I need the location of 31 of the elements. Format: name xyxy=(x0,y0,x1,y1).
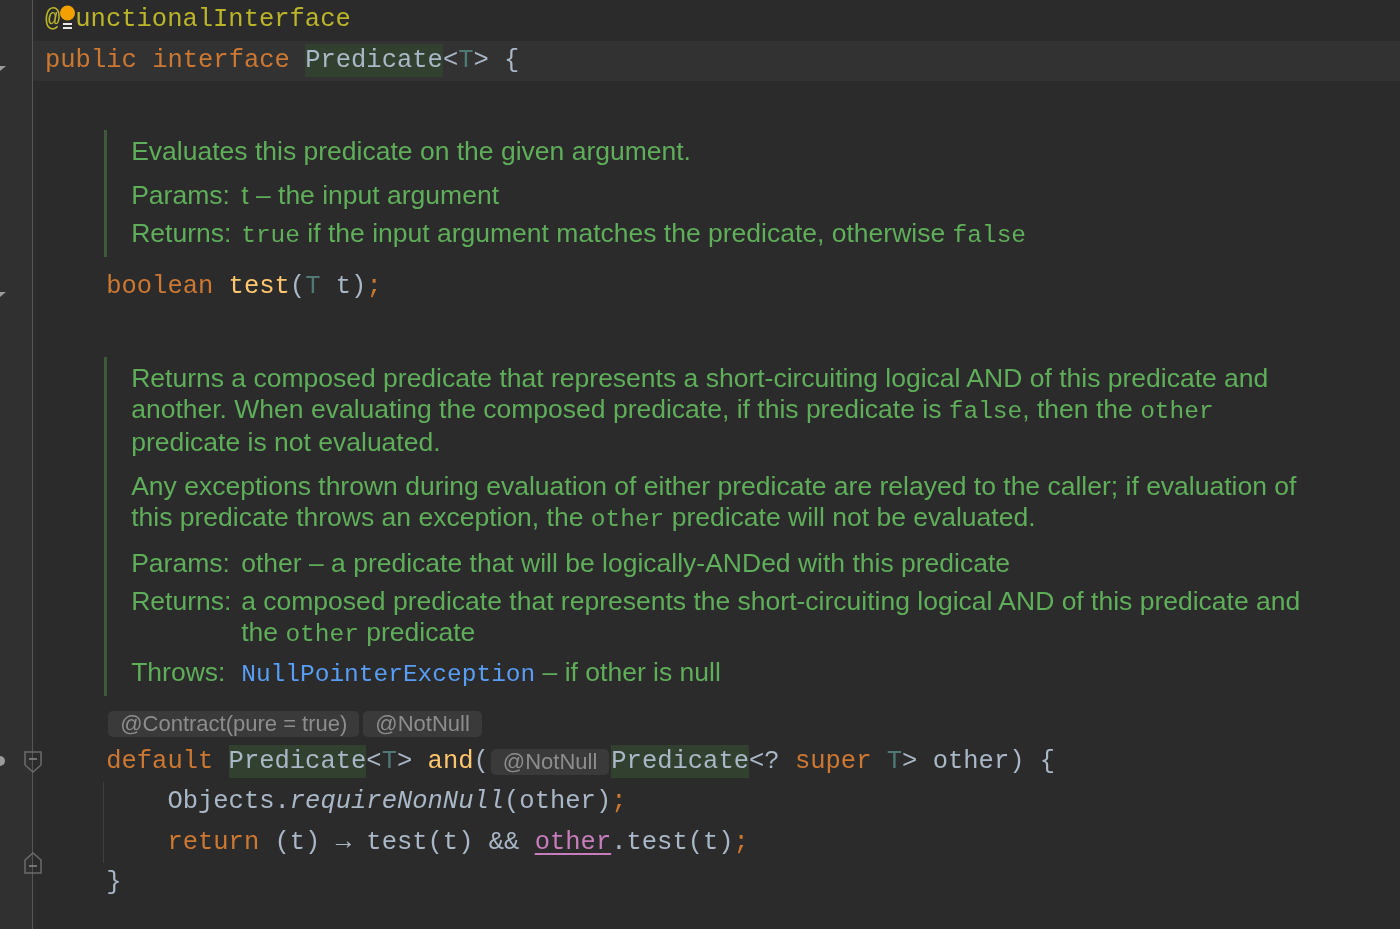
code-line: return (t) → test(t) && other.test(t); xyxy=(167,826,749,859)
doc-tag-label: Returns: xyxy=(131,218,233,250)
inlay-hint: @NotNull xyxy=(490,748,610,775)
inlay-hint: @Contract(pure = true) xyxy=(108,710,360,737)
inlay-hint: @NotNull xyxy=(363,710,482,737)
doc-tag-text: a composed predicate that represents the short-circuiting logical AND of this predicate and the other predicate xyxy=(241,585,1302,650)
code-line: boolean test(T t); xyxy=(106,271,382,304)
code-line: unctionalInterface xyxy=(75,4,351,37)
doc-paragraph: Returns a composed predicate that represents a short-circuiting logical AND of this predicate and another. When evaluating the composed predicate, if this predicate is false, then the other predicate is not evaluated. xyxy=(131,362,1270,459)
doc-paragraph: Any exceptions thrown during evaluation of either predicate are relayed to the caller; if evaluation of this predicate throws an exception, the other predicate will not be evaluated. xyxy=(131,470,1298,535)
code-line: @ xyxy=(45,4,61,37)
doc-tag-label: Returns: xyxy=(131,585,233,618)
code-text: Predicate<? super T> other) { xyxy=(611,743,1056,780)
code-line: public interface Predicate<T> { xyxy=(45,42,520,79)
code-line: Objects.requireNonNull(other); xyxy=(167,786,627,819)
marker-icon xyxy=(0,755,5,766)
doc-tag-text: other – a predicate that will be logically-ANDed with this predicate xyxy=(241,547,1012,579)
doc-tag-text: true if the input argument matches the predicate, otherwise false xyxy=(241,218,1028,251)
doc-paragraph: Evaluates this predicate on the given argument. xyxy=(131,136,692,168)
doc-tag-label: Throws: xyxy=(131,656,227,689)
fold-icon[interactable] xyxy=(24,750,42,773)
code-text: default Predicate<T> and( xyxy=(106,743,489,780)
exception-link[interactable]: NullPointerException xyxy=(241,660,536,688)
arrow-icon xyxy=(0,64,6,71)
doc-tag-text: NullPointerException – if other is null xyxy=(241,656,722,690)
doc-tag-label: Params: xyxy=(131,180,231,211)
code-line: } xyxy=(106,867,122,900)
arrow-icon xyxy=(0,291,6,297)
doc-tag-label: Params: xyxy=(131,547,231,579)
fold-icon[interactable] xyxy=(24,852,42,874)
doc-tag-text: t – the input argument xyxy=(241,180,500,211)
